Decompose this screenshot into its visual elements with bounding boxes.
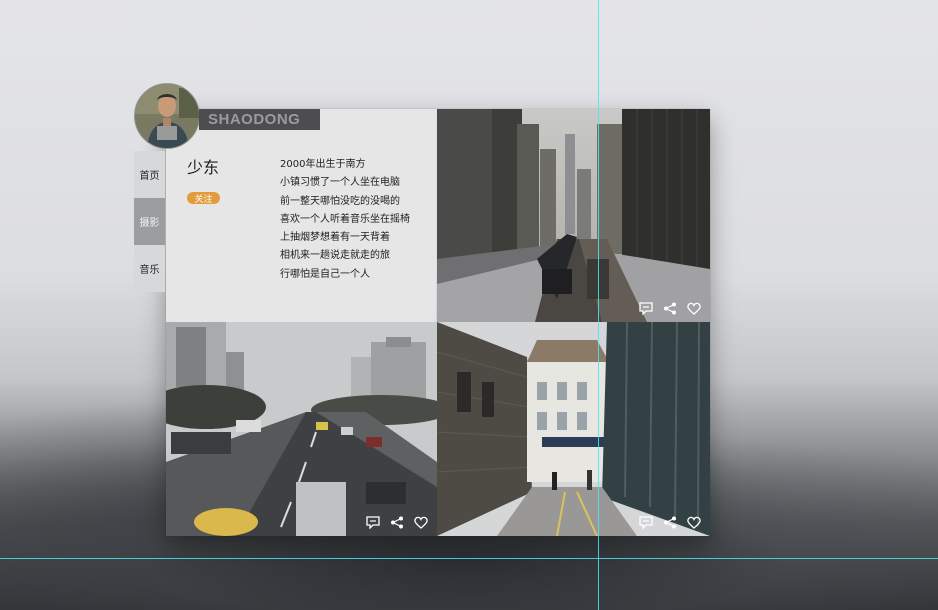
share-icon[interactable] bbox=[662, 515, 678, 529]
bio-line: 相机来一趟说走就走的旅 bbox=[280, 250, 390, 262]
nav-item-music[interactable]: 音乐 bbox=[134, 245, 165, 292]
profile-card: 少东 关注 2000年出生于南方 小镇习惯了一个人坐在电脑 前一整天哪怕没吃的没… bbox=[166, 109, 710, 536]
bio-line: 前一整天哪怕没吃的没喝的 bbox=[280, 195, 400, 207]
nav-item-home[interactable]: 首页 bbox=[134, 151, 165, 198]
photo-city-highway[interactable] bbox=[166, 322, 437, 536]
nav-item-photography[interactable]: 摄影 bbox=[134, 198, 165, 245]
nav-item-label: 摄影 bbox=[139, 218, 160, 229]
bio-line: 上抽烟梦想着有一天背着 bbox=[280, 232, 390, 244]
heart-icon[interactable] bbox=[686, 515, 702, 529]
vertical-guide-line bbox=[598, 0, 599, 610]
share-icon[interactable] bbox=[662, 301, 678, 315]
follow-button[interactable]: 关注 bbox=[187, 192, 220, 205]
photo-elevated-train[interactable] bbox=[437, 109, 710, 322]
photo-actions bbox=[638, 301, 702, 315]
heart-icon[interactable] bbox=[413, 515, 429, 529]
nav-item-label: 首页 bbox=[139, 171, 160, 182]
brand-name-banner: SHAODONG bbox=[199, 109, 320, 130]
photo-actions bbox=[638, 515, 702, 529]
bio-line: 喜欢一个人听着音乐坐在摇椅 bbox=[280, 213, 410, 225]
share-icon[interactable] bbox=[389, 515, 405, 529]
profile-name: 少东 bbox=[187, 158, 220, 177]
comment-icon[interactable] bbox=[365, 515, 381, 529]
comment-icon[interactable] bbox=[638, 515, 654, 529]
horizontal-guide-line bbox=[0, 558, 938, 559]
brand-name: SHAODONG bbox=[208, 111, 301, 128]
bio-line: 2000年出生于南方 bbox=[280, 159, 366, 170]
photo-actions bbox=[365, 515, 429, 529]
bio-line: 行哪怕是自己一个人 bbox=[280, 268, 370, 280]
avatar[interactable] bbox=[134, 83, 200, 149]
heart-icon[interactable] bbox=[686, 301, 702, 315]
photo-brick-alley[interactable] bbox=[437, 322, 710, 536]
profile-panel: 少东 关注 2000年出生于南方 小镇习惯了一个人坐在电脑 前一整天哪怕没吃的没… bbox=[166, 109, 436, 322]
comment-icon[interactable] bbox=[638, 301, 654, 315]
profile-bio: 2000年出生于南方 小镇习惯了一个人坐在电脑 前一整天哪怕没吃的没喝的 喜欢一… bbox=[280, 156, 410, 284]
side-navigation: 首页 摄影 音乐 bbox=[134, 151, 165, 292]
nav-item-label: 音乐 bbox=[139, 265, 160, 276]
bio-line: 小镇习惯了一个人坐在电脑 bbox=[280, 177, 400, 189]
